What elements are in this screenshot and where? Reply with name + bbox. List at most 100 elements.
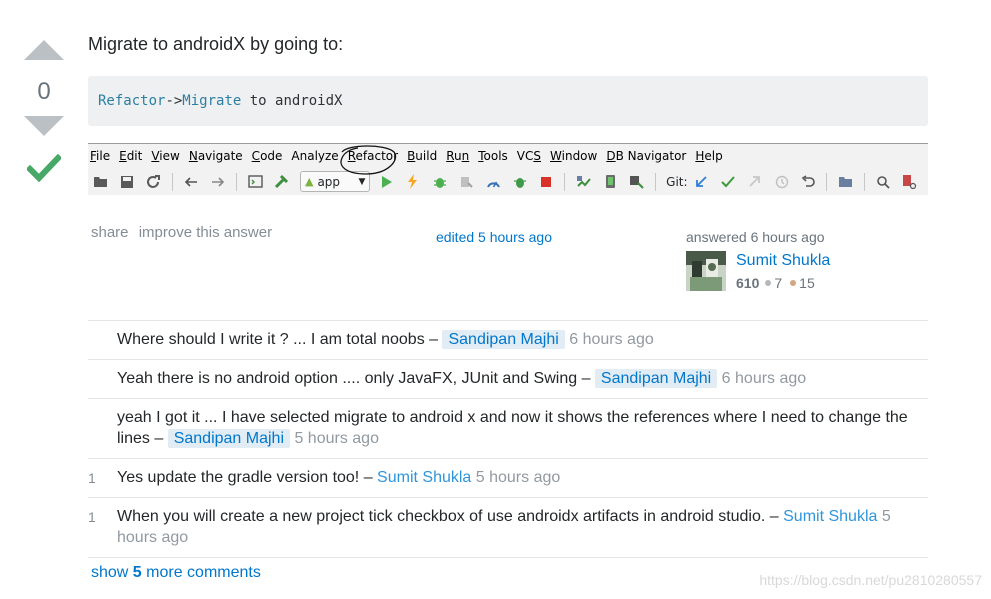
code-arrow: -> (165, 93, 183, 109)
search-icon (875, 173, 892, 190)
menu-mnemonic: T (478, 149, 484, 163)
share-link[interactable]: share (91, 224, 129, 241)
comments-list: Where should I write it ? ... I am total… (88, 320, 928, 558)
downvote-arrow-icon[interactable] (24, 116, 64, 136)
user-name-link[interactable]: Sumit Shukla (736, 252, 830, 270)
run-config-dropdown: ▲ app ▼ (299, 171, 371, 192)
toolbar-separator (564, 172, 566, 191)
post-menu: share improve this answer (91, 224, 278, 241)
profiler-gauge-icon (485, 173, 502, 190)
git-push-icon (747, 173, 764, 190)
comment-author-link[interactable]: Sandipan Majhi (594, 369, 718, 388)
code-block: Refactor->Migrate to androidX (88, 76, 928, 126)
code-migrate: Migrate (182, 93, 242, 109)
save-icon (119, 173, 136, 190)
menu-mnemonic: S (533, 149, 542, 163)
gradle-sync-icon (575, 173, 592, 190)
git-commit-check-icon (720, 173, 737, 190)
ide-menu-item: Navigate (188, 149, 243, 163)
ide-menu-item: Run (446, 149, 470, 163)
ide-menu-item: Analyze (291, 149, 339, 163)
watermark: https://blog.csdn.net/pu2810280557 (759, 572, 982, 588)
menu-mnemonic: R (446, 149, 454, 163)
code-rest: to androidX (241, 93, 343, 109)
ide-menu-item: Code (251, 149, 283, 163)
comment-text: Where should I write it ? ... I am total… (117, 331, 443, 348)
ide-screenshot: File Edit View Navigate Code Analyze Refactor B… (88, 143, 928, 195)
ide-menubar: File Edit View Navigate Code Analyze Refactor B… (88, 144, 928, 168)
ide-menu-item: File (90, 149, 111, 163)
comment-text: Yes update the gradle version too! – (117, 469, 378, 486)
stop-icon (538, 173, 555, 190)
comment-item: Yeah there is no android option .... onl… (88, 360, 928, 399)
sdk-manager-icon (629, 173, 646, 190)
menu-mnemonic: V (151, 149, 160, 163)
run-config-label: app (317, 174, 341, 189)
project-structure-icon (837, 173, 854, 190)
comment-item: 1 Yes update the gradle version too! – S… (88, 459, 928, 498)
hammer-icon (273, 173, 290, 190)
comment-date: 5 hours ago (475, 469, 561, 486)
comment-author-link[interactable]: Sandipan Majhi (167, 429, 290, 448)
silver-badge-count: 7 (774, 275, 783, 291)
show-more-comments-link[interactable]: show 5 more comments (91, 564, 261, 582)
menu-mnemonic: R (347, 149, 356, 163)
menu-mnemonic: C (251, 149, 261, 163)
avd-manager-icon (602, 173, 619, 190)
ide-menu-item: Build (407, 149, 438, 163)
ide-menu-item: Tools (478, 149, 508, 163)
ide-menu-item: View (151, 149, 180, 163)
comment-author-link[interactable]: Sandipan Majhi (442, 330, 565, 349)
show-more-count: 5 (132, 564, 142, 581)
chevron-down-icon: ▼ (358, 176, 366, 187)
rollback-undo-icon (800, 173, 817, 190)
comment-text: Yeah there is no android option .... onl… (117, 370, 595, 387)
ide-menu-item: Refactor (347, 149, 399, 163)
ide-menu-item: Help (695, 149, 723, 163)
comment-score: 1 (88, 470, 96, 486)
git-update-icon (694, 173, 711, 190)
edited-link[interactable]: edited 5 hours ago (436, 229, 552, 245)
toolbar-separator (171, 172, 173, 191)
history-clock-icon (773, 173, 790, 190)
ide-menu-item: Edit (119, 149, 143, 163)
bronze-badge-count: 15 (799, 275, 815, 291)
comment-item: yeah I got it ... I have selected migrat… (88, 399, 928, 459)
db-navigator-icon (902, 173, 919, 190)
sync-icon (145, 173, 162, 190)
comment-date: 6 hours ago (721, 370, 807, 387)
user-avatar-image (686, 251, 726, 291)
menu-mnemonic: D (606, 149, 616, 163)
menu-mnemonic: B (407, 149, 416, 163)
comment-item: 1 When you will create a new project tic… (88, 498, 928, 558)
ide-menu-item: DB Navigator (606, 149, 687, 163)
toolbar-separator (863, 172, 865, 191)
forward-arrow-icon (209, 173, 226, 190)
toolbar-separator (655, 172, 657, 191)
ide-menu-item: Window (550, 149, 598, 163)
comment-date: 6 hours ago (569, 331, 654, 348)
git-label: Git: (666, 174, 688, 189)
back-arrow-icon (183, 173, 200, 190)
toolbar-separator (826, 172, 828, 191)
show-more-suffix: more comments (141, 564, 261, 581)
upvote-arrow-icon[interactable] (24, 40, 64, 60)
coverage-bug-icon (511, 173, 528, 190)
open-folder-icon (92, 173, 109, 190)
code-refactor: Refactor (98, 93, 166, 109)
apply-changes-icon (405, 173, 422, 190)
menu-mnemonic: N (188, 149, 198, 163)
show-more-prefix: show (91, 564, 133, 581)
comment-score: 1 (88, 509, 96, 525)
improve-answer-link[interactable]: improve this answer (139, 224, 272, 241)
android-icon: ▲ (304, 175, 314, 188)
terminal-icon (247, 173, 264, 190)
comment-date: 5 hours ago (294, 430, 379, 447)
silver-badge-icon (765, 280, 772, 286)
comment-text: When you will create a new project tick … (117, 508, 784, 525)
menu-mnemonic: H (695, 149, 705, 163)
answered-time: answered 6 hours ago (686, 229, 825, 245)
comment-author-link[interactable]: Sumit Shukla (377, 469, 471, 486)
avatar[interactable] (686, 251, 726, 291)
comment-author-link[interactable]: Sumit Shukla (783, 508, 877, 525)
